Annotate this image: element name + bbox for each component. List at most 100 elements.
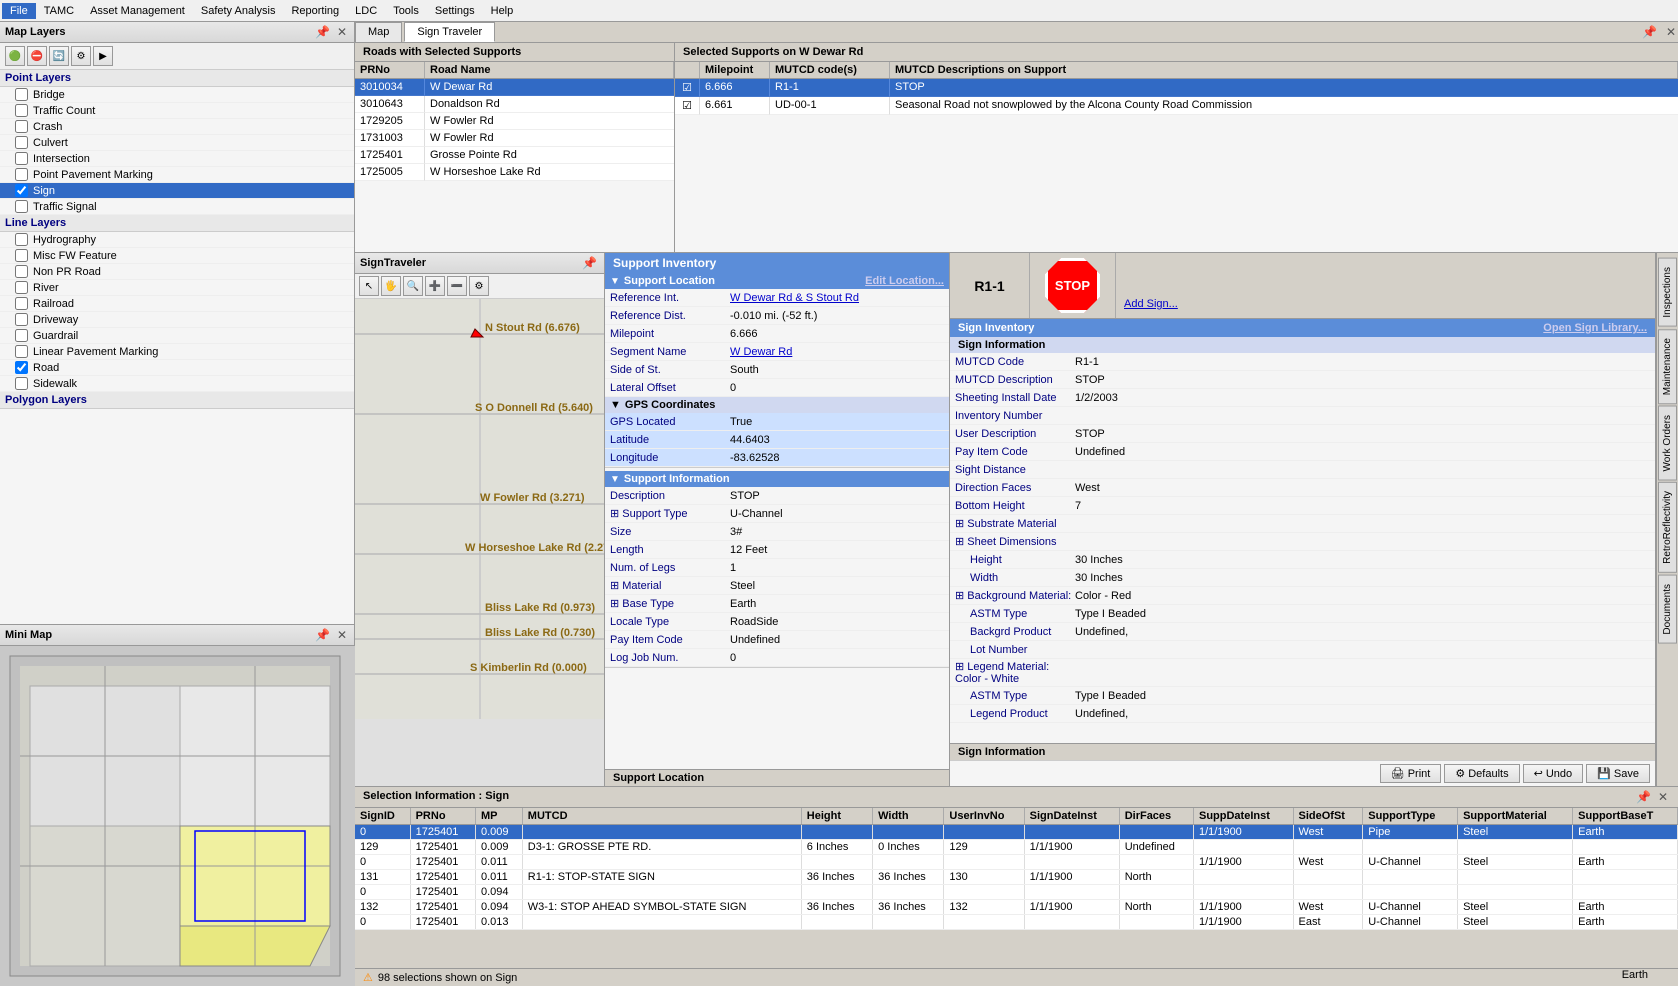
close-button[interactable]: ✕ [335, 25, 349, 39]
menu-asset-management[interactable]: Asset Management [82, 3, 193, 19]
traveler-btn3[interactable]: 🔍 [403, 276, 423, 296]
road-row-1[interactable]: 3010643 Donaldson Rd [355, 96, 674, 113]
more-btn[interactable]: ▶ [93, 46, 113, 66]
layer-crash[interactable]: Crash [0, 119, 354, 135]
add-layer-btn[interactable]: 🟢 [5, 46, 25, 66]
layer-driveway-checkbox[interactable] [15, 313, 28, 326]
layer-point-paving-checkbox[interactable] [15, 168, 28, 181]
layer-traffic-count[interactable]: Traffic Count [0, 103, 354, 119]
menu-tools[interactable]: Tools [385, 3, 427, 19]
sel-row-6[interactable]: 0 1725401 0.013 1/1/1900 East [355, 915, 1678, 930]
road-row-4[interactable]: 1725401 Grosse Pointe Rd [355, 147, 674, 164]
settings-btn[interactable]: ⚙ [71, 46, 91, 66]
road-row-2[interactable]: 1729205 W Fowler Rd [355, 113, 674, 130]
layer-linear-paving[interactable]: Linear Pavement Marking [0, 344, 354, 360]
sel-row-0[interactable]: 0 1725401 0.009 1/1/1900 West [355, 825, 1678, 840]
sel-row-1[interactable]: 129 1725401 0.009 D3-1: GROSSE PTE RD. 6… [355, 840, 1678, 855]
layer-misc-fw-checkbox[interactable] [15, 249, 28, 262]
right-tab-inspections[interactable]: Inspections [1658, 258, 1677, 327]
mini-map-close[interactable]: ✕ [335, 628, 349, 642]
support-row-1[interactable]: ☑ 6.661 UD-00-1 Seasonal Road not snowpl… [675, 97, 1678, 115]
road-row-5[interactable]: 1725005 W Horseshoe Lake Rd [355, 164, 674, 181]
layer-road[interactable]: Road [0, 360, 354, 376]
layer-sign-checkbox[interactable] [15, 184, 28, 197]
menu-settings[interactable]: Settings [427, 3, 483, 19]
layer-railroad-checkbox[interactable] [15, 297, 28, 310]
sel-row-2[interactable]: 0 1725401 0.011 1/1/1900 West [355, 855, 1678, 870]
menu-reporting[interactable]: Reporting [283, 3, 347, 19]
support-inventory-scroll[interactable]: ▼ Support Location Edit Location... Refe… [605, 273, 949, 769]
road-row-selected[interactable]: 3010034 W Dewar Rd [355, 79, 674, 96]
layer-driveway[interactable]: Driveway [0, 312, 354, 328]
open-sign-library-link[interactable]: Open Sign Library... [1543, 322, 1647, 334]
tab-sign-traveler[interactable]: Sign Traveler [404, 22, 495, 42]
layer-sidewalk-checkbox[interactable] [15, 377, 28, 390]
layer-river[interactable]: River [0, 280, 354, 296]
layer-non-pr-road[interactable]: Non PR Road [0, 264, 354, 280]
layer-intersection[interactable]: Intersection [0, 151, 354, 167]
menu-safety-analysis[interactable]: Safety Analysis [193, 3, 284, 19]
remove-layer-btn[interactable]: ⛔ [27, 46, 47, 66]
save-button[interactable]: 💾 Save [1586, 764, 1650, 783]
layer-bridge[interactable]: Bridge [0, 87, 354, 103]
layer-linear-paving-checkbox[interactable] [15, 345, 28, 358]
sel-row-5[interactable]: 132 1725401 0.094 W3-1: STOP AHEAD SYMBO… [355, 900, 1678, 915]
menu-tamc[interactable]: TAMC [36, 3, 82, 19]
layer-culvert-checkbox[interactable] [15, 136, 28, 149]
layer-traffic-signal[interactable]: Traffic Signal [0, 199, 354, 215]
pin-button[interactable]: 📌 [313, 25, 332, 39]
traveler-btn2[interactable]: 🖐 [381, 276, 401, 296]
gps-coordinates-header[interactable]: ▼ GPS Coordinates [605, 397, 949, 413]
layer-road-checkbox[interactable] [15, 361, 28, 374]
traveler-btn4[interactable]: ➕ [425, 276, 445, 296]
traveler-map[interactable]: N Stout Rd (6.676) S O Donnell Rd (5.640… [355, 299, 604, 786]
mini-map-canvas[interactable] [0, 646, 355, 986]
sel-row-4[interactable]: 0 1725401 0.094 [355, 885, 1678, 900]
edit-location-link[interactable]: Edit Location... [865, 275, 944, 287]
traveler-btn5[interactable]: ➖ [447, 276, 467, 296]
layer-guardrail-checkbox[interactable] [15, 329, 28, 342]
traveler-btn1[interactable]: ↖ [359, 276, 379, 296]
menu-help[interactable]: Help [483, 3, 522, 19]
layer-non-pr-road-checkbox[interactable] [15, 265, 28, 278]
menu-file[interactable]: File [2, 3, 36, 19]
road-row-3[interactable]: 1731003 W Fowler Rd [355, 130, 674, 147]
right-tab-work-orders[interactable]: Work Orders [1658, 406, 1677, 481]
layer-point-paving[interactable]: Point Pavement Marking [0, 167, 354, 183]
support-row-selected[interactable]: ☑ 6.666 R1-1 STOP [675, 79, 1678, 97]
sel-info-close[interactable]: ✕ [1656, 790, 1670, 804]
layer-intersection-checkbox[interactable] [15, 152, 28, 165]
layer-misc-fw[interactable]: Misc FW Feature [0, 248, 354, 264]
tab-map[interactable]: Map [355, 22, 402, 42]
traveler-pin[interactable]: 📌 [580, 256, 599, 270]
right-tab-maintenance[interactable]: Maintenance [1658, 329, 1677, 404]
sel-table-container[interactable]: SignID PRNo MP MUTCD Height Width UserIn… [355, 808, 1678, 968]
layer-crash-checkbox[interactable] [15, 120, 28, 133]
layer-traffic-count-checkbox[interactable] [15, 104, 28, 117]
layer-bridge-checkbox[interactable] [15, 88, 28, 101]
main-panel-pin[interactable]: 📌 [1640, 22, 1659, 42]
support-location-header[interactable]: ▼ Support Location Edit Location... [605, 273, 949, 289]
layer-railroad[interactable]: Railroad [0, 296, 354, 312]
right-tab-documents[interactable]: Documents [1658, 575, 1677, 644]
menu-ldc[interactable]: LDC [347, 3, 385, 19]
print-button[interactable]: 🖨 Print [1380, 764, 1442, 783]
layer-river-checkbox[interactable] [15, 281, 28, 294]
traveler-btn6[interactable]: ⚙ [469, 276, 489, 296]
layer-sidewalk[interactable]: Sidewalk [0, 376, 354, 392]
defaults-button[interactable]: ⚙ Defaults [1444, 764, 1519, 783]
layer-sign[interactable]: Sign [0, 183, 354, 199]
layer-culvert[interactable]: Culvert [0, 135, 354, 151]
layer-guardrail[interactable]: Guardrail [0, 328, 354, 344]
layer-hydro-checkbox[interactable] [15, 233, 28, 246]
layer-hydro[interactable]: Hydrography [0, 232, 354, 248]
sel-info-pin[interactable]: 📌 [1634, 790, 1653, 804]
refresh-btn[interactable]: 🔄 [49, 46, 69, 66]
right-tab-retroreflectivity[interactable]: RetroReflectivity [1658, 482, 1677, 573]
layer-traffic-signal-checkbox[interactable] [15, 200, 28, 213]
segment-name-value[interactable]: W Dewar Rd [730, 346, 944, 358]
sel-row-3[interactable]: 131 1725401 0.011 R1-1: STOP-STATE SIGN … [355, 870, 1678, 885]
sign-info-scroll[interactable]: Sign Information MUTCD Code R1-1 MUTCD D… [950, 337, 1655, 743]
add-sign-link[interactable]: Add Sign... [1124, 298, 1178, 310]
support-information-header[interactable]: ▼ Support Information [605, 471, 949, 487]
